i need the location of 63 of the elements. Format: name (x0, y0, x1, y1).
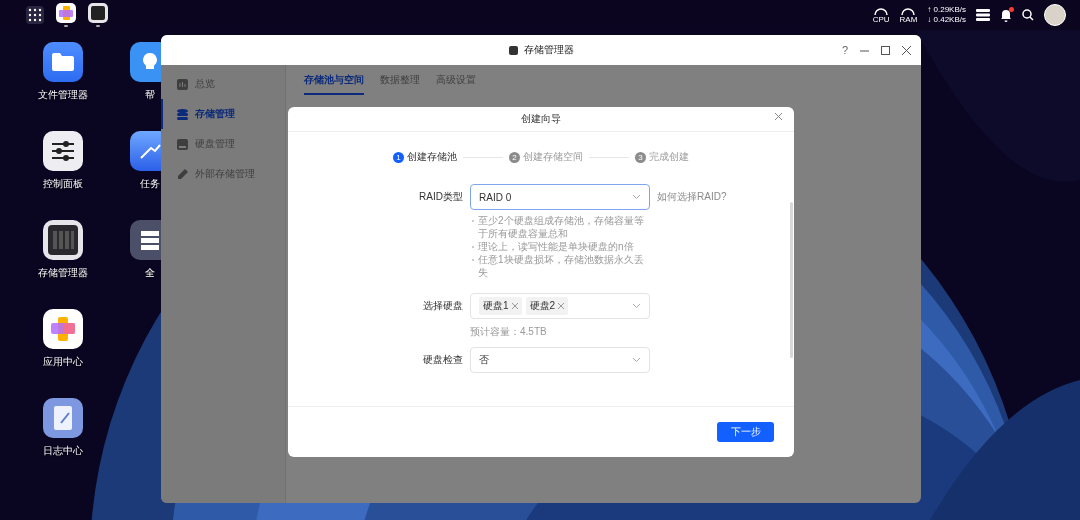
help-button[interactable]: ? (841, 44, 848, 56)
list-icon (139, 229, 161, 251)
avatar[interactable] (1044, 4, 1066, 26)
dialog-title: 创建向导 (521, 112, 561, 126)
gauge-label: RAM (899, 14, 918, 24)
folder-icon (51, 52, 75, 72)
app-label[interactable]: 帮 (145, 88, 155, 102)
chevron-down-icon (632, 303, 641, 309)
step-label: 创建存储空间 (523, 150, 583, 164)
app-label[interactable]: 控制面板 (43, 177, 83, 191)
download-speed: ↓ 0.42KB/s (927, 15, 966, 25)
multi-select-field[interactable]: 硬盘1 硬盘2 (470, 293, 650, 319)
tag-chip: 硬盘1 (479, 297, 522, 315)
app-label[interactable]: 日志中心 (43, 444, 83, 458)
chart-icon (177, 78, 188, 90)
server-icon[interactable] (976, 9, 990, 21)
window-title: 存储管理器 (508, 43, 574, 57)
note-text: 至少2个硬盘组成存储池，存储容量等于所有硬盘容量总和 (478, 214, 645, 240)
close-icon (775, 113, 782, 120)
lightbulb-icon (142, 52, 158, 72)
step-number: 1 (393, 151, 404, 163)
gauge-icon (901, 6, 916, 15)
chevron-down-icon (632, 357, 641, 363)
app-grid-icon[interactable] (26, 6, 44, 24)
tag-chip: 硬盘2 (525, 297, 569, 315)
app-label[interactable]: 文件管理器 (38, 88, 88, 102)
step-number: 2 (509, 151, 520, 163)
sliders-icon (50, 140, 76, 162)
app-label[interactable]: 应用中心 (43, 355, 83, 369)
pen-icon (177, 168, 188, 180)
field-label: 硬盘检查 (423, 353, 463, 367)
bell-icon[interactable] (1000, 8, 1012, 22)
close-button[interactable] (775, 113, 782, 120)
select-field[interactable]: 否 (470, 347, 650, 373)
app-label[interactable]: 全 (145, 266, 155, 280)
maximize-icon[interactable] (881, 45, 890, 55)
chevron-down-icon (632, 194, 641, 200)
gauge-label: CPU (872, 14, 890, 24)
note-text: 任意1块硬盘损坏，存储池数据永久丢失 (478, 253, 645, 279)
help-link[interactable]: 如何选择RAID? (657, 184, 727, 210)
database-icon (177, 108, 188, 120)
select-field[interactable]: RAID 0 (470, 184, 650, 210)
remove-icon[interactable] (511, 303, 518, 309)
next-button[interactable]: 下一步 (717, 422, 774, 442)
app-label[interactable]: 任务 (140, 177, 160, 191)
note-text: 理论上，读写性能是单块硬盘的n倍 (478, 240, 635, 253)
app-label[interactable]: 存储管理器 (38, 266, 88, 280)
search-icon[interactable] (1022, 9, 1034, 21)
hint-text: 预计容量：4.5TB (470, 325, 547, 339)
close-icon[interactable] (902, 45, 911, 55)
scrollbar[interactable] (790, 202, 793, 358)
app-store-icon (50, 316, 76, 342)
field-label: RAID类型 (419, 190, 463, 204)
field-label: 选择硬盘 (423, 299, 463, 313)
step-number: 3 (635, 151, 646, 163)
step-label: 完成创建 (649, 150, 689, 164)
notebook-icon (52, 405, 74, 431)
upload-speed: ↑ 0.29KB/s (927, 5, 966, 15)
remove-icon[interactable] (558, 303, 565, 309)
app-store-icon[interactable] (56, 3, 76, 23)
chart-line-icon (139, 142, 161, 160)
gauge-icon (874, 6, 889, 15)
step-label: 创建存储池 (407, 150, 457, 164)
